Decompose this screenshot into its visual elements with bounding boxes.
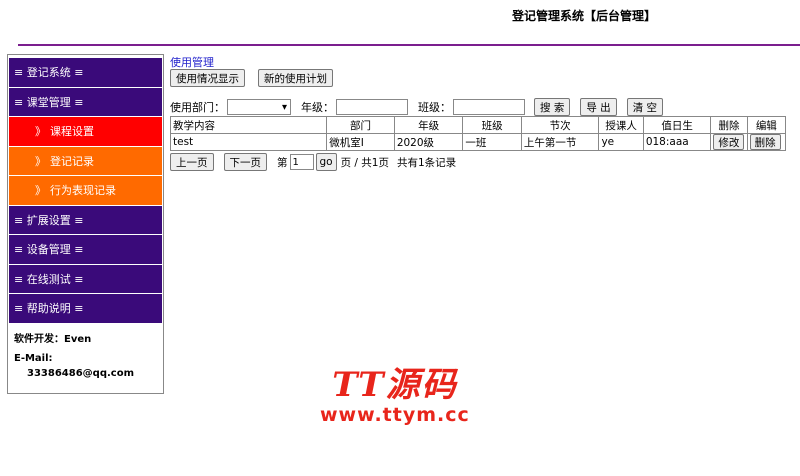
sidebar-item-label: ≡ 登记系统 ≡ [14,66,84,80]
cell-period: 上午第一节 [520,133,600,151]
table-row: test 微机室Ⅰ 2020级 一班 上午第一节 ye 018:aaa 修改 删… [169,133,787,151]
record-count: 共有1条记录 [397,156,457,169]
prev-page-button[interactable]: 上一页 [170,153,214,171]
email-label: E-Mail: [14,352,53,364]
col-header-delete: 删除 [710,116,748,134]
dept-label: 使用部门： [170,101,225,114]
page-info: 页 / 共1页 [340,156,389,169]
chevron-right-icon: 》 [35,125,46,139]
grade-input[interactable] [336,99,408,115]
col-header-duty: 值日生 [642,116,712,134]
usage-table: 教学内容 部门 年级 班级 节次 授课人 值日生 删除 编辑 test 微机室Ⅰ… [169,116,787,151]
chevron-right-icon: 》 [35,154,46,168]
sidebar-item-label: 行为表现记录 [50,184,116,198]
dept-select[interactable]: ▾ [227,99,291,115]
col-header-edit: 编辑 [746,116,787,134]
cell-edit-col: 删除 [746,133,787,151]
sidebar-item-register-system[interactable]: ≡ 登记系统 ≡ [9,58,162,88]
cell-delete-col: 修改 [710,133,748,151]
go-button[interactable]: go [315,153,337,171]
sidebar-menu: ≡ 登记系统 ≡ ≡ 课堂管理 ≡ 》 课程设置 》 登记记录 》 行为表现记录… [8,55,163,324]
sidebar-item-label: 课程设置 [50,125,94,139]
col-header-class: 班级 [462,116,522,134]
developer-info: 软件开发：Even E-Mail: 33386486@qq.com [8,324,163,381]
watermark-url: www.ttym.cc [320,404,470,426]
clear-button[interactable]: 清 空 [626,98,664,116]
chevron-right-icon: 》 [35,184,46,198]
chevron-down-icon: ▾ [281,101,287,113]
sidebar-item-course-settings[interactable]: 》 课程设置 [9,117,162,147]
cell-teacher: ye [598,133,644,151]
pagination: 上一页 下一页 第 1 go 页 / 共1页 共有1条记录 [170,153,790,171]
next-page-button[interactable]: 下一页 [223,153,267,171]
header-divider [18,44,800,46]
sidebar-item-class-management[interactable]: ≡ 课堂管理 ≡ [9,87,162,117]
col-header-period: 节次 [520,116,600,134]
sidebar-item-device-management[interactable]: ≡ 设备管理 ≡ [9,235,162,265]
cell-class: 一班 [462,133,522,151]
delete-row-button[interactable]: 删除 [749,134,781,150]
grade-label: 年级： [301,101,334,114]
table-header-row: 教学内容 部门 年级 班级 节次 授课人 值日生 删除 编辑 [169,116,787,134]
export-button[interactable]: 导 出 [580,98,617,116]
class-input[interactable] [453,99,525,115]
page-prefix: 第 [277,156,288,169]
sidebar-item-online-test[interactable]: ≡ 在线测试 ≡ [9,264,162,294]
col-header-dept: 部门 [326,116,395,134]
search-button[interactable]: 搜 索 [534,98,571,116]
edit-row-button[interactable]: 修改 [713,134,745,150]
main-content: 使用管理 使用情况显示 新的使用计划 使用部门： ▾ 年级： 班级： 搜 索 导… [169,54,790,171]
cell-dept: 微机室Ⅰ [326,133,395,151]
col-header-grade: 年级 [393,116,464,134]
col-header-content: 教学内容 [169,116,328,134]
top-toolbar: 使用情况显示 新的使用计划 [170,69,790,87]
col-header-teacher: 授课人 [598,116,644,134]
cell-duty: 018:aaa [642,133,712,151]
sidebar-item-help[interactable]: ≡ 帮助说明 ≡ [9,294,162,324]
app-title: 登记管理系统【后台管理】 [512,9,657,23]
email-address: 33386486@qq.com [27,367,134,379]
cell-content: test [169,133,328,151]
sidebar-item-register-records[interactable]: 》 登记记录 [9,146,162,176]
sidebar-item-label: ≡ 课堂管理 ≡ [14,95,84,109]
sidebar-item-label: ≡ 在线测试 ≡ [14,272,84,286]
section-title[interactable]: 使用管理 [170,54,790,69]
cell-grade: 2020级 [393,133,464,151]
sidebar-item-extension-settings[interactable]: ≡ 扩展设置 ≡ [9,205,162,235]
sidebar-item-label: ≡ 扩展设置 ≡ [14,213,84,227]
watermark: TT源码 www.ttym.cc [320,366,470,426]
new-plan-button[interactable]: 新的使用计划 [258,69,333,87]
page-number-input[interactable]: 1 [289,154,314,170]
sidebar-item-label: 登记记录 [50,154,94,168]
watermark-logo: TT源码 [332,365,458,405]
filter-bar: 使用部门： ▾ 年级： 班级： 搜 索 导 出 清 空 [170,98,790,116]
sidebar-item-label: ≡ 设备管理 ≡ [14,243,84,257]
sidebar-item-label: ≡ 帮助说明 ≡ [14,302,84,316]
sidebar-item-behavior-records[interactable]: 》 行为表现记录 [9,176,162,206]
usage-display-button[interactable]: 使用情况显示 [170,69,245,87]
sidebar: ≡ 登记系统 ≡ ≡ 课堂管理 ≡ 》 课程设置 》 登记记录 》 行为表现记录… [7,54,164,394]
developer-credit: 软件开发：Even [14,333,92,345]
class-label: 班级： [418,101,451,114]
